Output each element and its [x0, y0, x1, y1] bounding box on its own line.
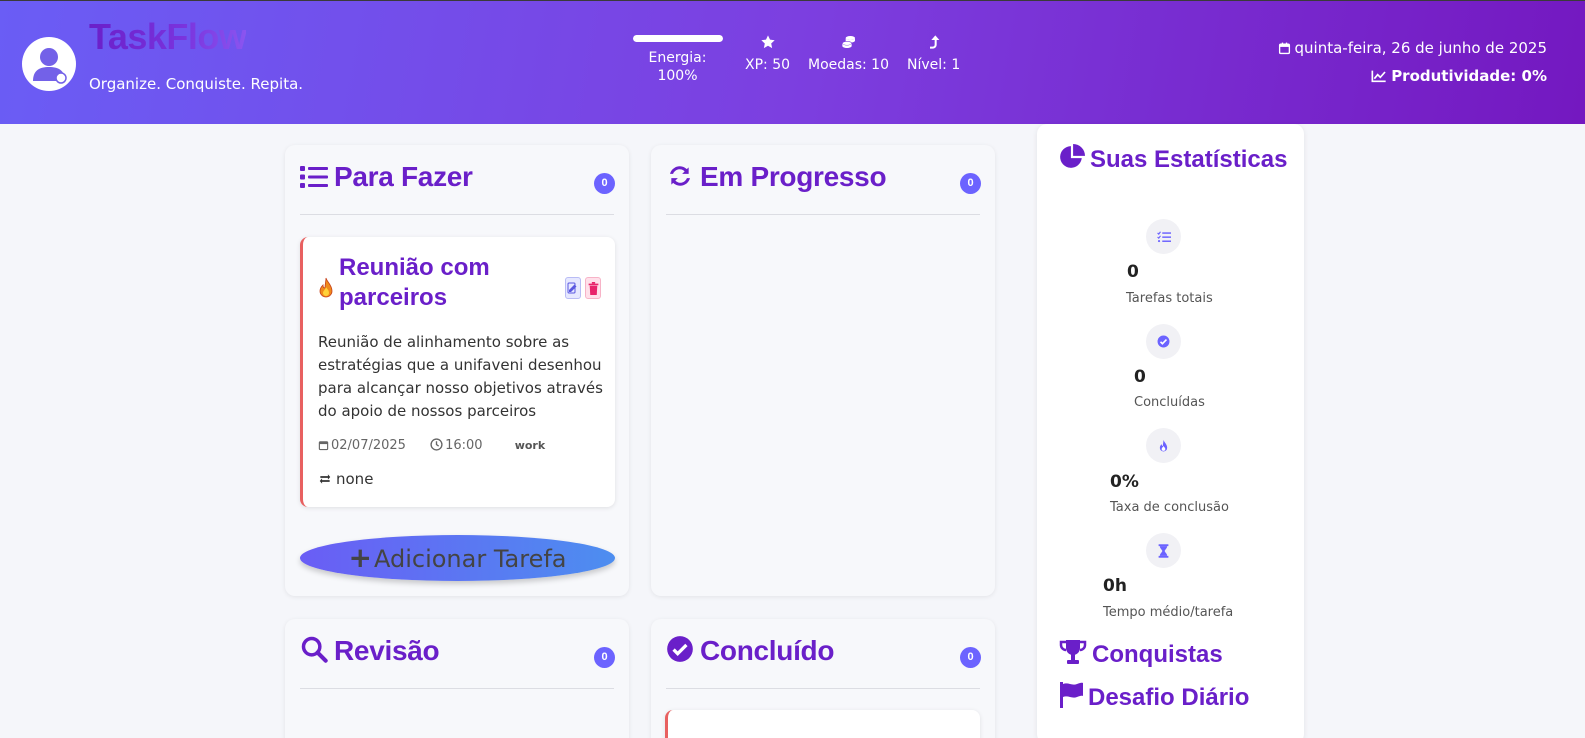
add-task-button[interactable]: +Adicionar Tarefa [300, 535, 615, 581]
pie-chart-icon [1060, 144, 1085, 168]
stat-total-value: 0 [1127, 262, 1139, 282]
calendar-icon [1278, 42, 1290, 55]
hourglass-icon [1146, 533, 1181, 568]
trash-icon [588, 281, 598, 295]
plus-icon: + [348, 541, 372, 574]
column-done-title: Concluído [666, 635, 834, 667]
trophy-icon [1059, 640, 1087, 664]
coins-icon [808, 34, 889, 54]
list-icon [300, 166, 328, 188]
column-review: Revisão 0 [285, 619, 629, 738]
search-icon [301, 636, 328, 663]
list-check-icon [1146, 219, 1181, 254]
coins-label: Moedas: 10 [808, 57, 889, 73]
delete-task-button[interactable] [585, 277, 601, 299]
app-brand: TaskFlow [89, 16, 247, 57]
app-header: TaskFlow Organize. Conquiste. Repita. En… [0, 0, 1585, 124]
divider [300, 214, 614, 215]
task-tag: work [514, 439, 546, 452]
xp-label: XP: 50 [745, 57, 791, 73]
coins-stat: Moedas: 10 [808, 34, 889, 73]
column-progress-count: 0 [960, 173, 981, 194]
level-up-icon [907, 34, 960, 54]
divider [300, 688, 614, 689]
stat-rate-value: 0% [1110, 472, 1139, 492]
level-label: Nível: 1 [907, 57, 961, 73]
repeat-icon [319, 474, 331, 484]
xp-stat: XP: 50 [745, 34, 790, 73]
task-time: 16:00 [430, 438, 492, 453]
task-card[interactable] [665, 710, 980, 738]
task-recurrence: none [318, 470, 373, 488]
stat-total-label: Tarefas totais [1126, 291, 1213, 306]
divider [666, 214, 980, 215]
stat-avg-label: Tempo médio/tarefa [1103, 605, 1234, 620]
task-card[interactable]: Reunião com parceiros Reunião de alinham… [300, 237, 615, 507]
daily-challenge-heading[interactable]: Desafio Diário [1059, 682, 1249, 712]
app-tagline: Organize. Conquiste. Repita. [89, 75, 304, 93]
achievements-heading[interactable]: Conquistas [1059, 639, 1223, 669]
star-icon [745, 34, 790, 54]
energy-label: Energia: 100% [648, 50, 707, 84]
task-date: 02/07/2025 [318, 438, 416, 453]
chart-line-icon [1371, 70, 1386, 83]
user-icon [33, 48, 67, 84]
user-avatar[interactable] [22, 37, 76, 91]
stats-sidebar: Suas Estatísticas 0 Tarefas totais 0 Con… [1037, 124, 1304, 738]
column-review-count: 0 [594, 647, 615, 668]
task-title: Reunião com parceiros [339, 254, 490, 311]
fire-icon [317, 277, 335, 304]
column-review-title: Revisão [300, 635, 440, 667]
energy-bar [632, 35, 723, 42]
task-meta: 02/07/2025 16:00 work [318, 438, 555, 453]
column-progress-title: Em Progresso [666, 161, 887, 193]
edit-task-button[interactable] [565, 277, 581, 299]
task-description: Reunião de alinhamento sobre as estratég… [318, 333, 603, 420]
task-actions [565, 277, 601, 299]
energy-stat: Energia: 100% [630, 35, 725, 85]
check-circle-icon [1146, 324, 1181, 359]
energy-bar-fill [632, 35, 723, 42]
current-date: quinta-feira, 26 de junho de 2025 [1278, 39, 1547, 57]
fire-icon [1146, 428, 1181, 463]
productivity: Produtividade: 0% [1371, 67, 1547, 85]
clock-icon [430, 438, 443, 451]
stat-rate-label: Taxa de conclusão [1110, 500, 1229, 515]
stats-title: Suas Estatísticas [1059, 144, 1289, 175]
flag-icon [1060, 682, 1083, 708]
check-circle-icon [667, 636, 693, 662]
divider [666, 688, 980, 689]
stat-done-value: 0 [1134, 367, 1146, 387]
column-progress: Em Progresso 0 [651, 145, 995, 596]
level-stat: Nível: 1 [907, 34, 960, 73]
sync-icon [670, 166, 690, 186]
column-todo-count: 0 [594, 173, 615, 194]
stat-done-label: Concluídas [1134, 395, 1205, 410]
stat-avg-value: 0h [1103, 576, 1127, 596]
edit-icon [567, 282, 577, 294]
calendar-icon [318, 441, 329, 451]
column-done-count: 0 [960, 647, 981, 668]
column-todo-title: Para Fazer [300, 161, 473, 193]
